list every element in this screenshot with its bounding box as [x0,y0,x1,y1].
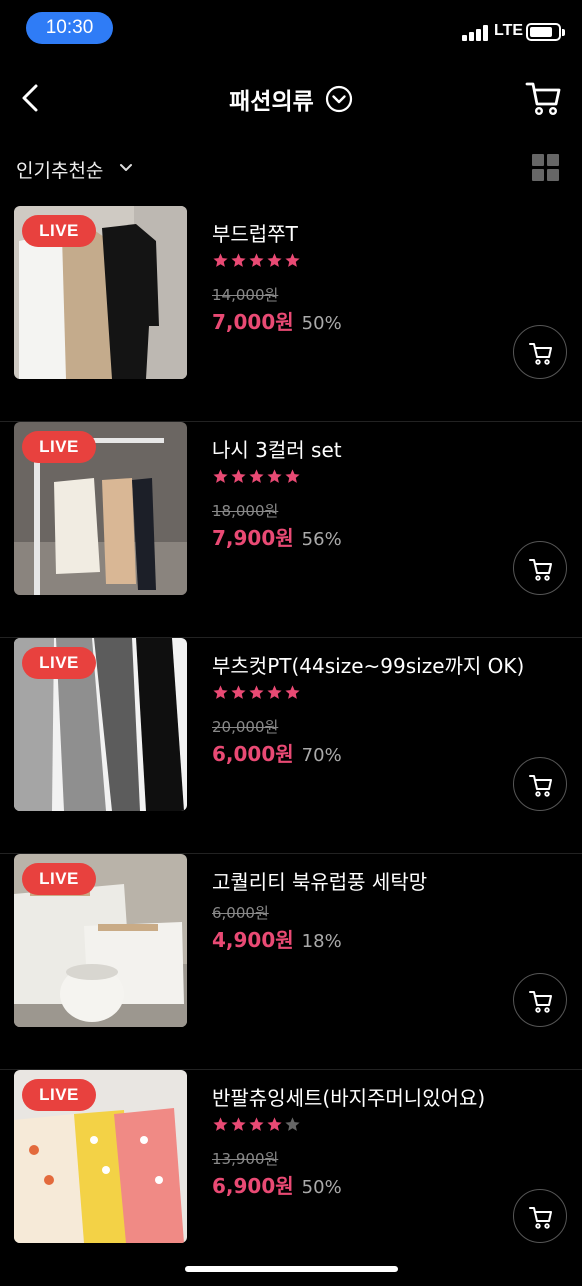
cart-icon [525,82,561,116]
product-item[interactable]: LIVE 부츠컷PT(44size~99size까지 OK) 20,000원 6… [0,638,582,854]
sale-price: 7,000원 [212,310,294,334]
original-price: 14,000원 [212,286,279,304]
live-badge: LIVE [22,863,96,895]
original-price: 20,000원 [212,718,279,736]
product-item[interactable]: LIVE 부드럽쭈T 14,000원 7,000원 50% [0,206,582,422]
live-badge: LIVE [22,1079,96,1111]
rating-stars [212,468,302,486]
star-icon [213,685,228,699]
discount-rate: 18% [301,931,342,952]
battery-icon [526,23,561,41]
chevron-down-icon [120,164,132,171]
star-icon [285,1117,300,1131]
product-name: 반팔츄잉세트(바지주머니있어요) [212,1086,486,1110]
cart-icon [529,559,552,581]
home-indicator [185,1266,398,1272]
product-name: 부츠컷PT(44size~99size까지 OK) [212,654,525,678]
product-list: LIVE 부드럽쭈T 14,000원 7,000원 50% LIVE 나시 3컬… [0,206,582,1286]
cart-button[interactable] [524,78,562,116]
add-to-cart-button[interactable] [513,325,567,379]
category-selector[interactable]: 패션의류 [0,82,582,116]
rating-stars [212,252,302,270]
star-icon [249,469,264,483]
star-icon [249,685,264,699]
product-image[interactable]: LIVE [14,854,187,1027]
add-to-cart-button[interactable] [513,757,567,811]
product-item[interactable]: LIVE 나시 3컬러 set 18,000원 7,900원 56% [0,422,582,638]
product-item[interactable]: LIVE 고퀄리티 북유럽풍 세탁망 6,000원 4,900원 18% [0,854,582,1070]
grid-view-icon[interactable] [532,154,559,181]
cart-icon [529,775,552,797]
star-icon [213,253,228,267]
add-to-cart-button[interactable] [513,1189,567,1243]
original-price: 18,000원 [212,502,279,520]
star-icon [231,469,246,483]
product-image[interactable]: LIVE [14,638,187,811]
live-badge: LIVE [22,647,96,679]
star-icon [231,1117,246,1131]
product-item[interactable]: LIVE 반팔츄잉세트(바지주머니있어요) 13,900원 6,900원 50% [0,1070,582,1286]
status-time: 10:30 [26,12,113,44]
star-icon [267,469,282,483]
rating-stars [212,684,302,702]
network-label: LTE [494,22,524,39]
star-icon [213,469,228,483]
live-badge: LIVE [22,431,96,463]
star-icon [213,1117,228,1131]
sale-price: 7,900원 [212,526,294,550]
sort-label: 인기추천순 [16,160,104,182]
discount-rate: 56% [301,529,342,550]
cart-icon [529,1207,552,1229]
original-price: 6,000원 [212,904,269,922]
add-to-cart-button[interactable] [513,973,567,1027]
page-title: 패션의류 [229,89,314,115]
status-bar: 10:30 LTE [0,0,582,58]
star-icon [285,685,300,699]
signal-icon [462,24,490,41]
star-icon [267,253,282,267]
sale-price: 4,900원 [212,928,294,952]
star-icon [231,253,246,267]
original-price: 13,900원 [212,1150,279,1168]
star-icon [249,253,264,267]
add-to-cart-button[interactable] [513,541,567,595]
product-name: 나시 3컬러 set [212,438,342,462]
header: 패션의류 [0,68,582,128]
sale-price: 6,900원 [212,1174,294,1198]
discount-rate: 50% [301,313,342,334]
product-image[interactable]: LIVE [14,206,187,379]
live-badge: LIVE [22,215,96,247]
star-icon [231,685,246,699]
star-icon [249,1117,264,1131]
cart-icon [529,991,552,1013]
discount-rate: 70% [301,745,342,766]
star-icon [285,253,300,267]
star-icon [267,685,282,699]
product-name: 부드럽쭈T [212,222,298,246]
product-image[interactable]: LIVE [14,1070,187,1243]
discount-rate: 50% [301,1177,342,1198]
star-icon [267,1117,282,1131]
rating-stars [212,1116,302,1134]
sort-bar: 인기추천순 [0,148,582,190]
product-name: 고퀄리티 북유럽풍 세탁망 [212,870,428,894]
product-image[interactable]: LIVE [14,422,187,595]
cart-icon [529,343,552,365]
star-icon [285,469,300,483]
dropdown-circle-icon [325,85,352,113]
sale-price: 6,000원 [212,742,294,766]
